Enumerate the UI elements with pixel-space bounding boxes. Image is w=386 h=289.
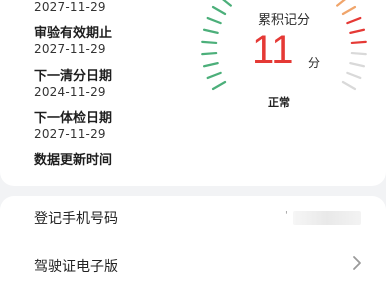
gauge-tick [201, 51, 218, 56]
review-expiry-value: 2027-11-29 [34, 42, 106, 56]
gauge-tick [206, 71, 222, 80]
gauge-tick [350, 40, 367, 45]
data-update-label: 数据更新时间 [34, 153, 113, 168]
gauge-tick [202, 62, 219, 68]
score-gauge: 累积记分 11 分 [189, 0, 379, 136]
gauge-tick [341, 80, 357, 91]
score-value: 11 [252, 28, 294, 72]
next-exam-value: 2027-11-29 [34, 127, 106, 141]
e-license-row[interactable]: 驾驶证电子版 [0, 244, 386, 288]
gauge-tick [222, 0, 232, 7]
gauge-tick [350, 51, 367, 56]
next-exam-label: 下一体检日期 [34, 111, 113, 126]
gauge-tick [202, 28, 219, 34]
score-unit: 分 [308, 56, 321, 70]
e-license-label: 驾驶证电子版 [34, 259, 118, 275]
gauge-tick [346, 71, 362, 80]
next-clear-label: 下一清分日期 [34, 69, 113, 84]
phone-value-prefix: ' [285, 210, 288, 221]
first-date-value: 2027-11-29 [34, 0, 106, 14]
gauge-tick [349, 28, 366, 34]
phone-label: 登记手机号码 [34, 211, 118, 227]
settings-card: 登记手机号码 驾驶证电子版 [0, 196, 386, 289]
next-clear-value: 2024-11-29 [34, 85, 106, 99]
license-info-card: 2027-11-29 审验有效期止 2027-11-29 下一清分日期 2024… [0, 0, 386, 186]
review-expiry-label: 审验有效期止 [34, 26, 113, 41]
chevron-right-icon [353, 256, 361, 270]
gauge-tick [211, 80, 227, 91]
gauge-tick [336, 0, 346, 7]
phone-value-masked [293, 211, 361, 225]
gauge-tick [201, 40, 218, 45]
score-status: 正常 [268, 96, 290, 109]
gauge-tick [349, 62, 366, 68]
